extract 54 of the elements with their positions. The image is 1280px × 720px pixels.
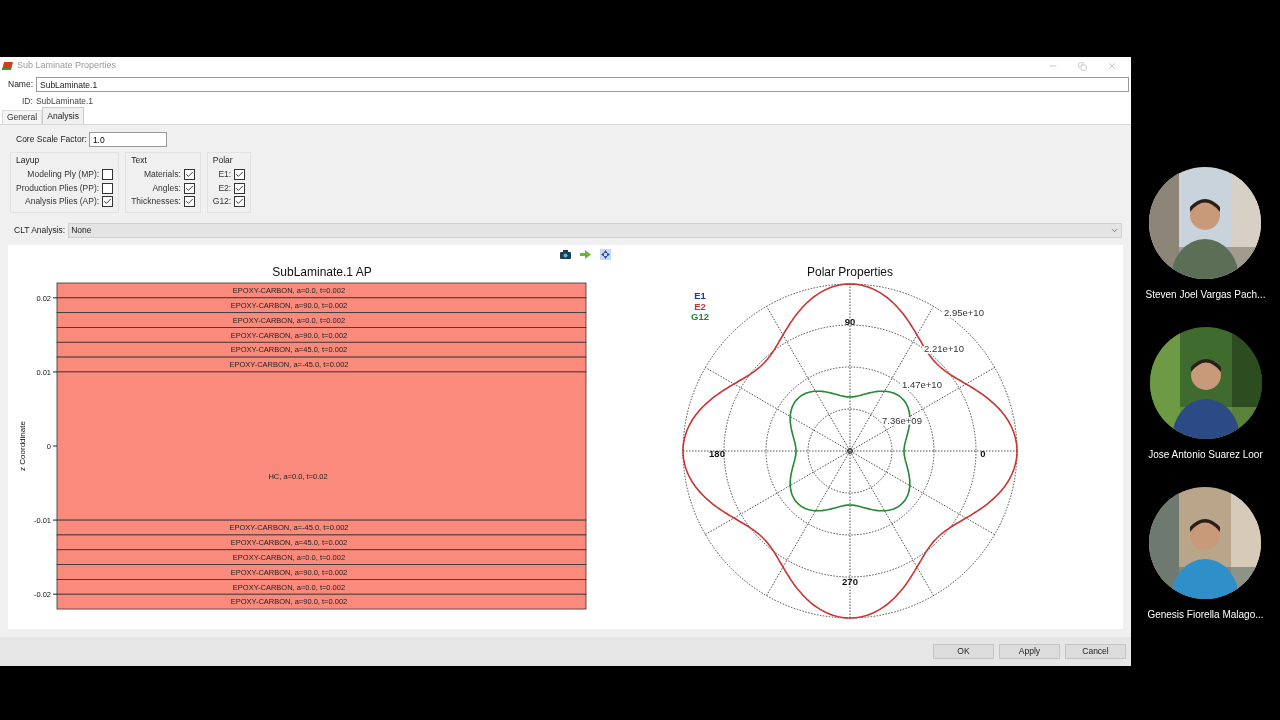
dialog-button[interactable]: OK — [933, 644, 994, 659]
participant-name: Steven Joel Vargas Pach... — [1145, 288, 1266, 302]
clt-dropdown[interactable]: None — [68, 222, 1122, 238]
option-label: Angles: — [152, 181, 181, 195]
field-label: Name: — [8, 78, 35, 91]
checkbox[interactable] — [234, 182, 246, 194]
checkbox[interactable] — [102, 196, 114, 208]
option-label: G12: — [212, 195, 232, 209]
option-label: Materials: — [143, 168, 181, 182]
option-label: Analysis Plies (AP): — [25, 195, 100, 209]
window-title: Sub Laminate Properties — [17, 59, 117, 73]
camera-icon[interactable] — [560, 249, 571, 259]
participant-name: Jose Antonio Suarez Loor — [1148, 448, 1263, 462]
axis-label: z Coorddinate — [18, 421, 27, 471]
option-label: E1: — [218, 168, 232, 182]
participant-name: Genesis Fiorella Malago... — [1147, 608, 1264, 622]
group-title: Text — [131, 154, 148, 167]
name-field[interactable]: SubLaminate.1 — [36, 77, 1129, 92]
checkbox[interactable] — [183, 182, 195, 194]
dialog-button[interactable]: Apply — [999, 644, 1060, 659]
field-label: Core Scale Factor: — [16, 133, 87, 146]
chart-title: Polar Properties — [807, 265, 893, 279]
core-scale-field[interactable]: 1.0 — [88, 132, 167, 147]
angle-label: 90 — [844, 316, 856, 327]
checkbox[interactable] — [234, 169, 246, 181]
dialog-button[interactable]: Cancel — [1065, 644, 1126, 659]
group-title: Layup — [16, 154, 41, 167]
legend-label: G12 — [691, 311, 709, 322]
option-label: Modeling Ply (MP): — [27, 168, 100, 182]
center-icon — [847, 448, 853, 454]
legend-label: E1 — [694, 290, 706, 301]
checkbox[interactable] — [183, 196, 195, 208]
field-label: CLT Analysis: — [14, 223, 66, 237]
radial-label: 2.95e+10 — [944, 307, 984, 318]
angle-label: 180 — [709, 448, 725, 459]
legend-label: E2 — [694, 300, 706, 312]
field-label: ID: — [22, 94, 33, 108]
checkbox[interactable] — [234, 196, 246, 208]
tab[interactable]: Analysis — [42, 107, 84, 124]
app-icon — [2, 62, 13, 70]
chart-title: SubLaminate.1 AP — [272, 265, 372, 279]
option-label: Production Plies (PP): — [16, 181, 100, 195]
angle-label: 0 — [980, 448, 986, 459]
group-title: Polar — [212, 154, 234, 167]
angle-label: 270 — [842, 576, 858, 587]
tab[interactable]: General — [2, 110, 43, 124]
option-label: E2: — [218, 181, 232, 195]
radial-label: 1.47e+10 — [902, 379, 942, 390]
id-value: SubLaminate.1 — [35, 94, 94, 108]
checkbox[interactable] — [183, 169, 195, 181]
move-icon[interactable] — [600, 248, 611, 260]
checkbox[interactable] — [102, 182, 114, 194]
option-label: Thicknesses: — [131, 195, 181, 209]
checkbox[interactable] — [102, 169, 114, 181]
